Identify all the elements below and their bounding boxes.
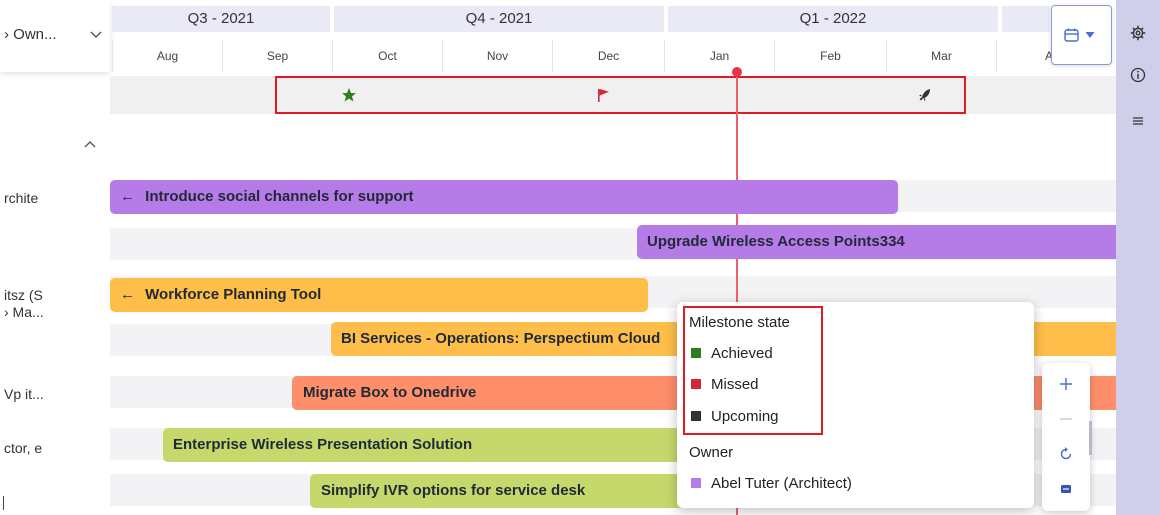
quarter-header: Q1 - 2022 bbox=[668, 6, 998, 32]
month-header: Aug bbox=[112, 40, 222, 72]
quarter-header bbox=[1002, 6, 1050, 32]
view-options-button[interactable] bbox=[1051, 5, 1112, 65]
roadmap-bar[interactable]: ← Workforce Planning Tool bbox=[110, 278, 648, 312]
row-owner-label: ctor, e bbox=[4, 440, 43, 456]
bar-label: Simplify IVR options for service desk bbox=[321, 482, 586, 499]
month-header: Jan bbox=[664, 40, 774, 72]
chevron-up-icon[interactable] bbox=[84, 138, 96, 150]
bar-label: BI Services - Operations: Perspectium Cl… bbox=[341, 330, 661, 347]
today-marker-dot bbox=[732, 67, 742, 77]
caret-down-icon bbox=[1085, 32, 1095, 38]
bar-label: Enterprise Wireless Presentation Solutio… bbox=[173, 436, 473, 453]
month-header: Feb bbox=[774, 40, 886, 72]
milestone-highlight bbox=[275, 76, 966, 114]
chevron-down-icon bbox=[90, 31, 102, 38]
month-header: Dec bbox=[552, 40, 664, 72]
bar-label: Migrate Box to Onedrive bbox=[303, 384, 477, 401]
arrow-left-icon: ← bbox=[120, 188, 135, 205]
legend-title: Owner bbox=[689, 444, 734, 461]
legend-highlight bbox=[683, 306, 823, 435]
roadmap-bar[interactable]: ← Introduce social channels for support bbox=[110, 180, 898, 214]
row-owner-label: Vp it... bbox=[4, 386, 44, 402]
gear-icon[interactable] bbox=[1130, 25, 1146, 41]
legend-swatch bbox=[691, 478, 701, 488]
zoom-in-icon[interactable] bbox=[1056, 374, 1076, 394]
roadmap-bar[interactable]: Simplify IVR options for service desk bbox=[310, 474, 720, 508]
text-cursor bbox=[3, 496, 4, 510]
group-by-dropdown[interactable]: › Own... bbox=[0, 0, 110, 72]
list-icon[interactable] bbox=[1130, 113, 1146, 129]
legend-item-owner: Abel Tuter (Architect) bbox=[691, 475, 852, 492]
roadmap-bar[interactable]: Upgrade Wireless Access Points334 bbox=[637, 225, 1116, 259]
bar-label: Upgrade Wireless Access Points334 bbox=[647, 233, 905, 250]
month-header: Mar bbox=[886, 40, 996, 72]
zoom-out-icon[interactable] bbox=[1056, 409, 1076, 429]
reset-icon[interactable] bbox=[1056, 444, 1076, 464]
bar-label: Introduce social channels for support bbox=[145, 188, 414, 205]
bar-label: Workforce Planning Tool bbox=[145, 286, 322, 303]
row-owner-label: rchite bbox=[4, 190, 39, 206]
quarter-header: Q4 - 2021 bbox=[334, 6, 664, 32]
roadmap-bar[interactable]: Enterprise Wireless Presentation Solutio… bbox=[163, 428, 723, 462]
zoom-slider-track[interactable] bbox=[1089, 421, 1092, 455]
month-header: Sep bbox=[222, 40, 332, 72]
quarter-header: Q3 - 2021 bbox=[112, 6, 330, 32]
zoom-controls bbox=[1042, 363, 1092, 511]
info-icon[interactable] bbox=[1130, 67, 1146, 83]
arrow-left-icon: ← bbox=[120, 286, 135, 303]
group-by-label: › Own... bbox=[4, 26, 57, 43]
fit-view-icon[interactable] bbox=[1056, 479, 1076, 499]
row-owner-label: › Ma... bbox=[4, 304, 44, 320]
calendar-icon bbox=[1064, 28, 1079, 42]
month-header: Oct bbox=[332, 40, 442, 72]
month-header: Nov bbox=[442, 40, 552, 72]
left-panel bbox=[0, 0, 110, 515]
row-owner-label: itsz (S bbox=[4, 287, 43, 303]
month-header: A bbox=[996, 40, 1053, 72]
